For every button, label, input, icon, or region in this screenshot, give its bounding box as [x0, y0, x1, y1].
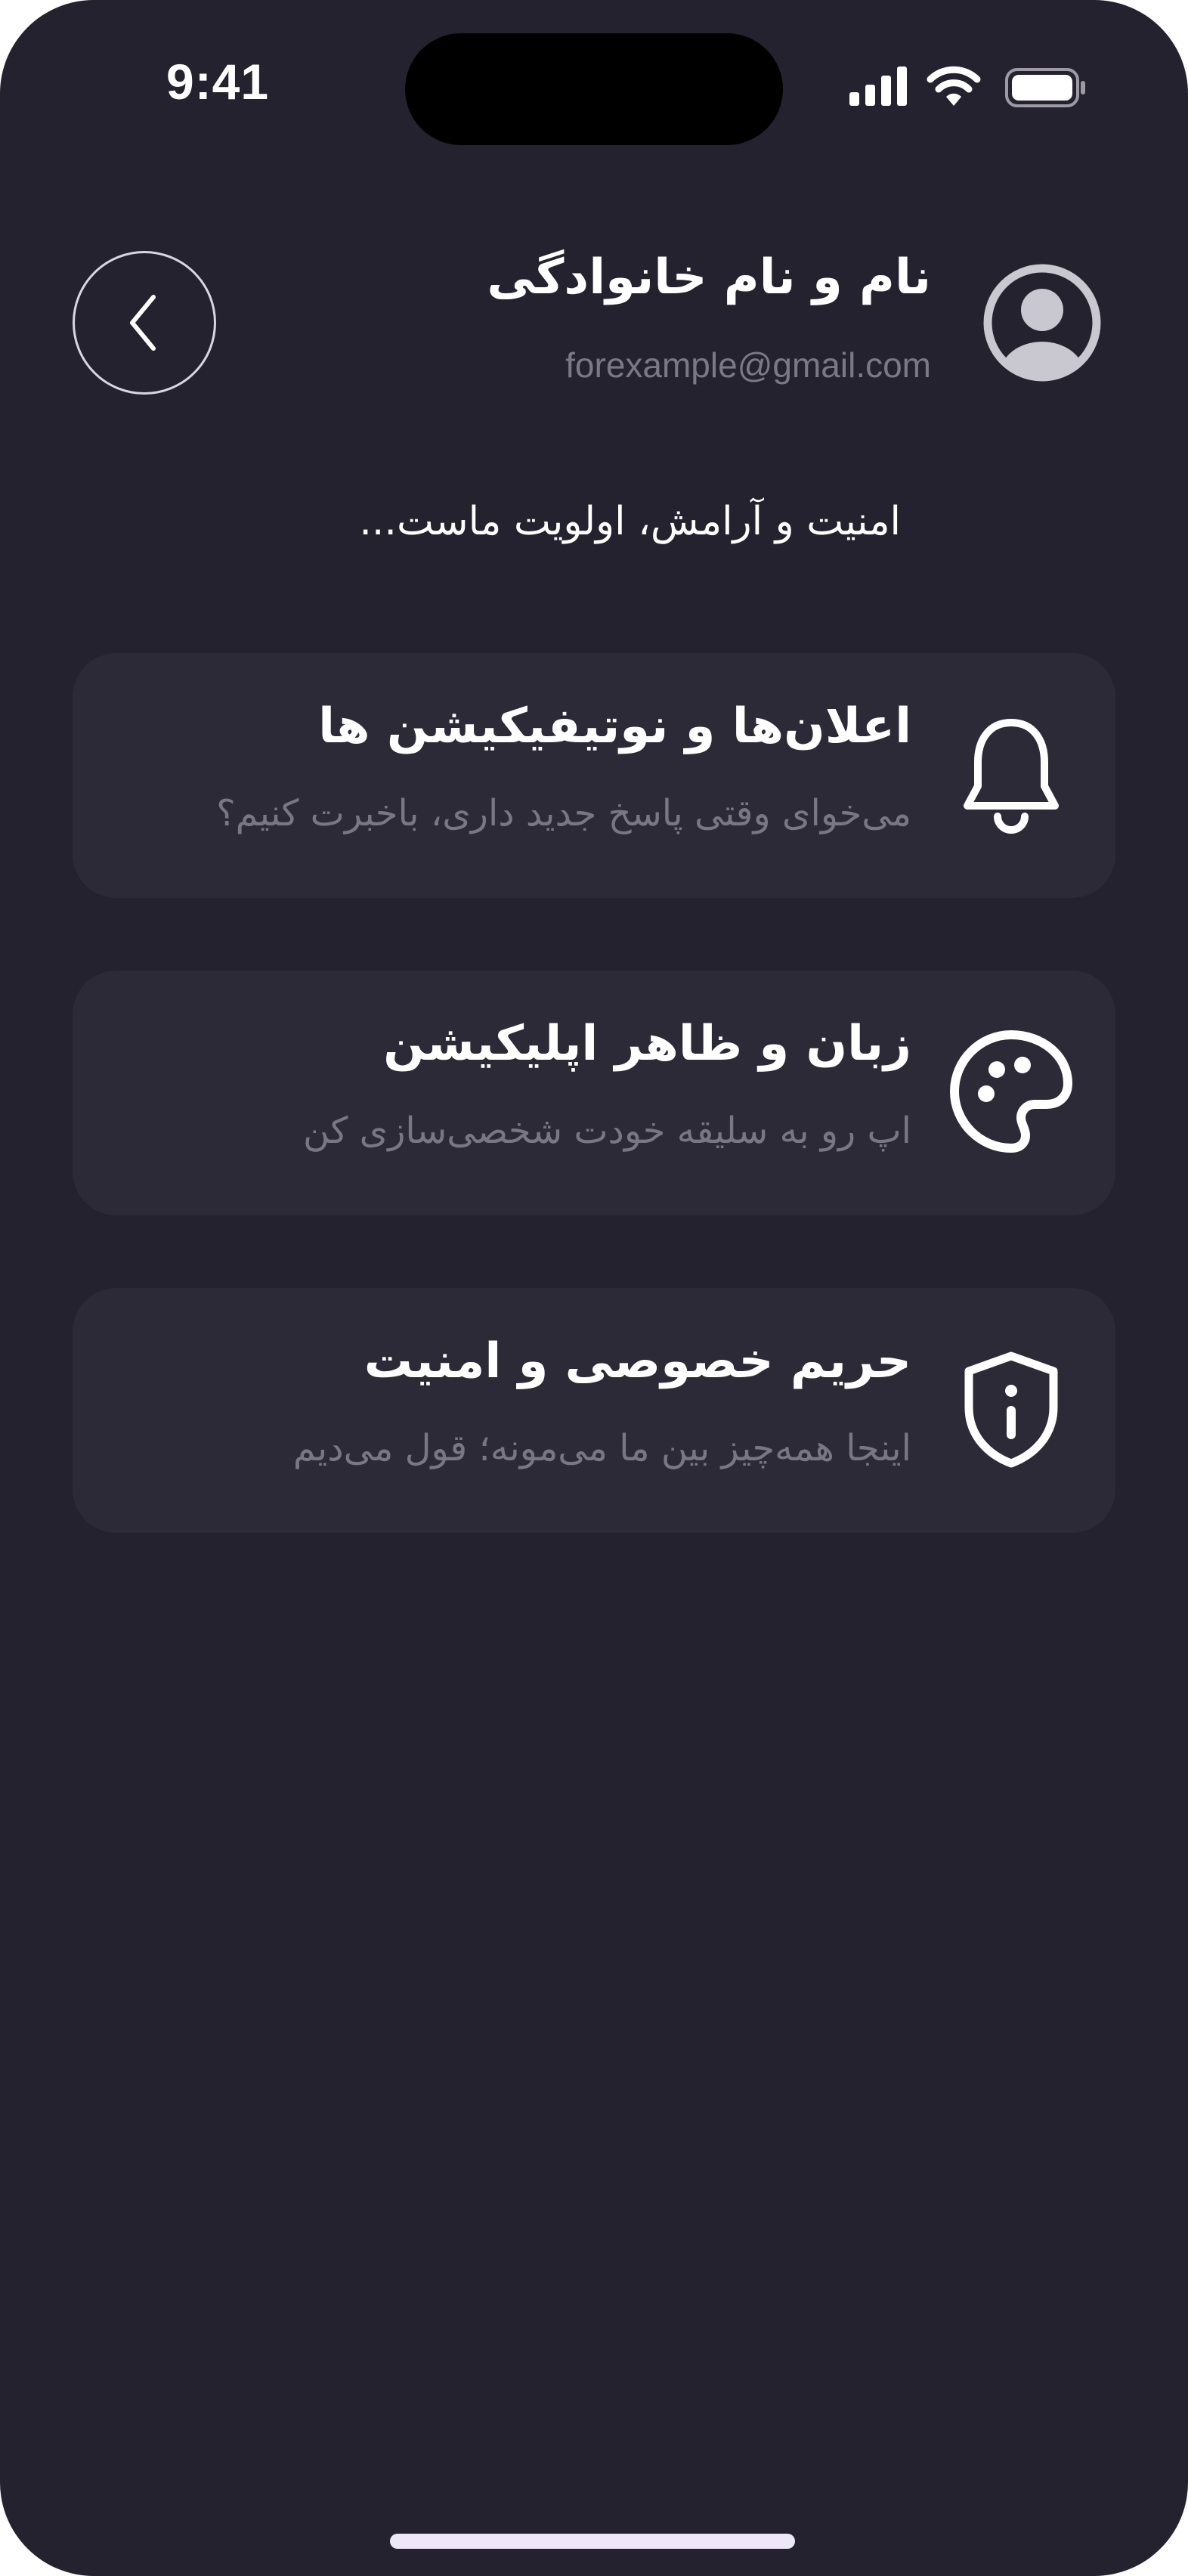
status-time: 9:41: [166, 54, 270, 110]
bell-icon: [943, 706, 1079, 842]
privacy-security-subtitle: اینجا همه‌چیز بین ما می‌مونه؛ قول می‌دیم: [292, 1427, 911, 1469]
notifications-subtitle: می‌خوای وقتی پاسخ جدید داری، باخبرت کنیم…: [216, 792, 911, 834]
user-name: نام و نام خانوادگی: [487, 249, 931, 305]
privacy-security-title: حریم خصوصی و امنیت: [364, 1333, 911, 1389]
language-appearance-title: زبان و ظاهر اپلیکیشن: [383, 1016, 911, 1072]
user-email: forexample@gmail.com: [565, 345, 931, 385]
notifications-setting[interactable]: اعلان‌ها و نوتیفیکیشن ها می‌خوای وقتی پا…: [73, 653, 1115, 898]
settings-screen: 9:41 نام و نام خانوادگی forexample@gmail…: [0, 0, 1188, 2576]
home-indicator[interactable]: [390, 2534, 795, 2549]
shield-info-icon: [943, 1341, 1079, 1477]
language-appearance-setting[interactable]: زبان و ظاهر اپلیکیشن اپ رو به سلیقه خودت…: [73, 971, 1115, 1215]
wifi-icon: [927, 66, 981, 106]
chevron-left-icon: [130, 295, 156, 351]
privacy-security-setting[interactable]: حریم خصوصی و امنیت اینجا همه‌چیز بین ما …: [73, 1288, 1115, 1533]
notifications-title: اعلان‌ها و نوتیفیکیشن ها: [318, 698, 911, 754]
palette-icon: [943, 1023, 1079, 1160]
tagline: امنیت و آرامش، اولویت ماست...: [359, 499, 901, 544]
back-button[interactable]: [73, 251, 216, 395]
dynamic-island: [405, 33, 783, 145]
battery-icon: [1005, 68, 1085, 107]
cellular-signal-icon: [849, 67, 907, 106]
user-avatar-icon[interactable]: [981, 262, 1103, 384]
language-appearance-subtitle: اپ رو به سلیقه خودت شخصی‌سازی کن: [303, 1110, 911, 1152]
